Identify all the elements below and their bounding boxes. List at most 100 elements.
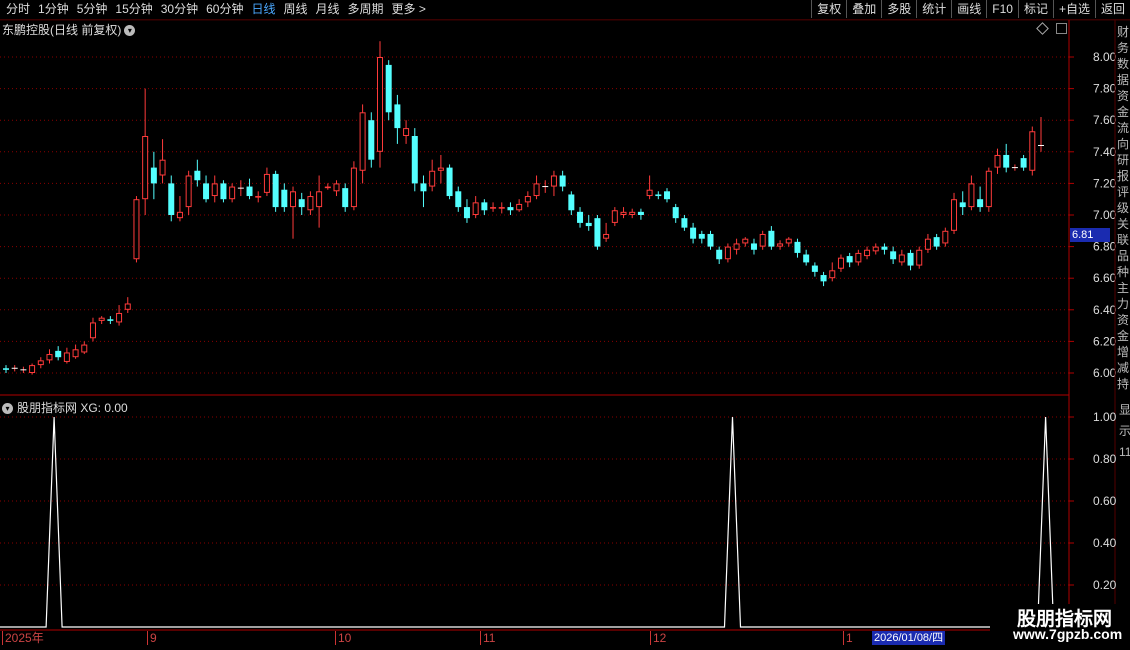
toolbar-button-5[interactable]: F10 <box>986 0 1018 18</box>
date-label: 9 <box>147 631 157 645</box>
candle-body <box>124 303 131 310</box>
candle-body <box>194 170 201 181</box>
candle-body <box>890 251 897 260</box>
watermark-url: www.7gpzb.com <box>1013 626 1123 642</box>
candle-body <box>724 246 731 260</box>
candle-body <box>29 365 36 374</box>
candle-body <box>733 243 740 250</box>
right-toolbar: 复权 叠加 多股 统计 画线 F10 标记 +自选 返回 <box>811 0 1130 19</box>
toolbar-button-7[interactable]: +自选 <box>1052 0 1095 18</box>
stock-title-bar: 东鹏控股(日线 前复权) ▾ <box>2 21 136 38</box>
candle-body <box>385 64 392 113</box>
candle-body <box>707 233 714 247</box>
y-tick-label: 7.60 <box>1093 113 1117 127</box>
candle-body <box>620 211 627 215</box>
tab-3[interactable]: 15分钟 <box>111 2 156 17</box>
candle-body <box>185 175 192 208</box>
candle-body <box>550 175 557 187</box>
chevron-down-icon[interactable]: ▾ <box>124 25 136 37</box>
candle-body <box>359 112 366 171</box>
candle-body <box>246 186 253 197</box>
y-tick-label: 6.00 <box>1093 366 1117 380</box>
diamond-icon[interactable] <box>1036 22 1049 35</box>
candle-body <box>524 196 531 203</box>
toolbar-button-8[interactable]: 返回 <box>1094 0 1130 18</box>
candle-body <box>316 191 323 208</box>
candle-body <box>507 207 514 211</box>
candle-body <box>994 154 1001 168</box>
candle-body <box>742 238 749 244</box>
tab-2[interactable]: 5分钟 <box>73 2 112 17</box>
y-tick-label: 1.00 <box>1093 410 1117 424</box>
chevron-down-icon[interactable]: ▾ <box>2 403 13 415</box>
candle-body <box>637 211 644 215</box>
candle-body <box>1020 158 1027 168</box>
candle-body <box>898 254 905 263</box>
y-tick-label: 0.60 <box>1093 494 1117 508</box>
candle-body <box>559 175 566 187</box>
candle-body <box>864 249 871 257</box>
tab-7[interactable]: 周线 <box>279 2 311 17</box>
candle-body <box>420 183 427 192</box>
y-tick-label: 6.60 <box>1093 271 1117 285</box>
y-tick-label: 8.00 <box>1093 50 1117 64</box>
candle-body <box>446 167 453 197</box>
toolbar-button-4[interactable]: 画线 <box>951 0 986 18</box>
candle-body <box>872 246 879 252</box>
candle-body <box>281 189 288 208</box>
candle-body <box>959 202 966 208</box>
candle-body <box>629 211 636 215</box>
toolbar-button-3[interactable]: 统计 <box>916 0 951 18</box>
candle-body <box>777 243 784 247</box>
tab-5[interactable]: 60分钟 <box>202 2 247 17</box>
candle-body <box>1003 154 1010 168</box>
tab-8[interactable]: 月线 <box>312 2 344 17</box>
indicator-title-bar: ▾ 股朋指标网 XG: 0.00 <box>2 399 128 416</box>
toolbar-button-6[interactable]: 标记 <box>1017 0 1053 18</box>
toolbar-button-1[interactable]: 叠加 <box>846 0 881 18</box>
candle-body <box>324 186 331 189</box>
tab-0[interactable]: 分时 <box>2 2 34 17</box>
candle-body <box>150 167 157 184</box>
candle-body <box>403 128 410 137</box>
candle-body <box>603 233 610 239</box>
side-panel-tabs-lower[interactable]: 显示111111 <box>1119 400 1130 620</box>
candle-body <box>133 199 140 260</box>
candle-body <box>811 265 818 272</box>
tab-4[interactable]: 30分钟 <box>157 2 202 17</box>
panel-toggle-icon[interactable] <box>1056 23 1067 34</box>
candle-body <box>376 57 383 152</box>
candle-body <box>750 243 757 250</box>
candle-body <box>594 218 601 247</box>
tab-9[interactable]: 多周期 <box>344 2 388 17</box>
y-tick-label: 6.40 <box>1093 303 1117 317</box>
candle-body <box>681 218 688 228</box>
y-tick-label: 0.20 <box>1093 578 1117 592</box>
candle-body <box>716 249 723 260</box>
kline-chart[interactable]: 8.007.807.607.407.207.006.806.606.406.20… <box>0 0 1130 650</box>
toolbar-button-2[interactable]: 多股 <box>881 0 916 18</box>
y-tick-label: 7.00 <box>1093 208 1117 222</box>
candle-body <box>768 230 775 247</box>
candle-body <box>107 319 114 321</box>
candle-body <box>985 170 992 208</box>
tab-10[interactable]: 更多 > <box>388 2 430 17</box>
candle-body <box>394 104 401 129</box>
candle-body <box>3 368 9 370</box>
candle-body <box>229 186 236 200</box>
toolbar-button-0[interactable]: 复权 <box>811 0 846 18</box>
candle-body <box>63 352 70 362</box>
side-panel-tabs[interactable]: 财务数据资金流向研报评级关联品种主力资金增减持 <box>1117 24 1130 394</box>
candle-body <box>333 183 340 192</box>
y-tick-label: 6.20 <box>1093 334 1117 348</box>
candle-body <box>664 191 671 200</box>
candle-body <box>577 211 584 223</box>
candle-body <box>490 207 497 209</box>
indicator-title: 股朋指标网 XG: 0.00 <box>17 401 128 415</box>
candle-body <box>307 196 314 211</box>
candle-body <box>655 194 662 197</box>
candle-body <box>89 322 96 339</box>
tab-6[interactable]: 日线 <box>247 2 279 17</box>
candle-body <box>794 241 801 253</box>
tab-1[interactable]: 1分钟 <box>34 2 73 17</box>
